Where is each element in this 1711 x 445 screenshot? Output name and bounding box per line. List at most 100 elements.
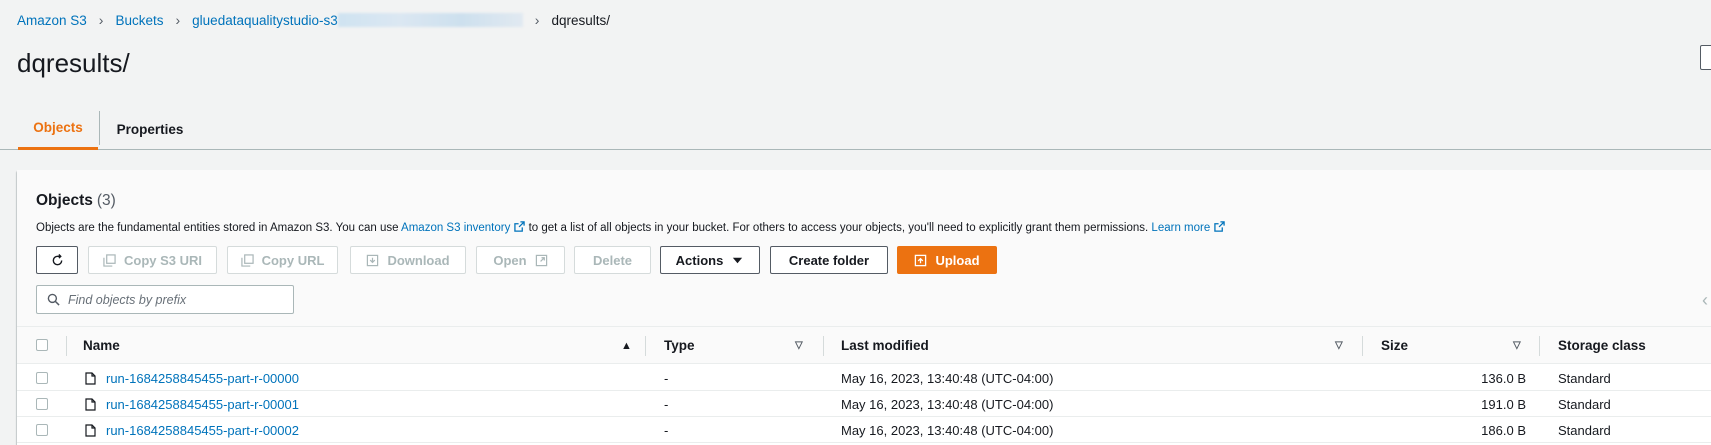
download-button[interactable]: Download [350, 246, 466, 274]
chevron-right-icon: › [98, 12, 104, 28]
upload-icon [915, 254, 927, 266]
sort-ascending-icon[interactable]: ▲ [621, 327, 632, 364]
column-divider [1539, 336, 1540, 356]
object-name-cell: run-1684258845455-part-r-00001 [85, 391, 299, 417]
object-name-link[interactable]: run-1684258845455-part-r-00002 [106, 423, 299, 438]
object-name-cell: run-1684258845455-part-r-00002 [85, 417, 299, 443]
objects-panel-title: Objects (3) [36, 192, 116, 210]
search-input[interactable] [68, 292, 278, 307]
refresh-icon [52, 253, 62, 265]
file-icon [85, 423, 96, 437]
open-label: Open [493, 252, 527, 268]
description-prefix: Objects are the fundamental entities sto… [36, 222, 399, 234]
download-icon [367, 254, 379, 266]
page-title: dqresults/ [17, 48, 130, 78]
object-name-link[interactable]: run-1684258845455-part-r-00000 [106, 371, 299, 386]
table-row: run-1684258845455-part-r-00000 - May 16,… [17, 365, 1711, 391]
objects-panel-header: Objects (3) Objects are the fundamental e… [17, 170, 1711, 327]
learn-more-link[interactable]: Learn more [1151, 221, 1225, 234]
objects-description: Objects are the fundamental entities sto… [36, 221, 1225, 234]
refresh-button[interactable] [36, 246, 78, 274]
search-icon [47, 293, 60, 306]
object-last-modified: May 16, 2023, 13:40:48 (UTC-04:00) [841, 422, 1054, 438]
select-all-checkbox[interactable] [36, 339, 48, 351]
column-divider [66, 336, 67, 356]
sort-descending-icon[interactable]: ▽ [1513, 327, 1521, 364]
object-last-modified: May 16, 2023, 13:40:48 (UTC-04:00) [841, 370, 1054, 386]
chevron-right-icon: › [175, 12, 181, 28]
column-header-name[interactable]: Name [83, 327, 120, 364]
object-last-modified: May 16, 2023, 13:40:48 (UTC-04:00) [841, 396, 1054, 412]
breadcrumb-current: dqresults/ [551, 12, 610, 28]
objects-panel: Objects (3) Objects are the fundamental e… [17, 170, 1711, 445]
column-divider [823, 336, 824, 356]
table-row: run-1684258845455-part-r-00001 - May 16,… [17, 391, 1711, 417]
upload-label: Upload [935, 252, 980, 268]
sort-descending-icon[interactable]: ▽ [795, 327, 803, 364]
column-header-storage-class[interactable]: Storage class [1558, 327, 1646, 364]
open-button[interactable]: Open [476, 246, 565, 274]
copy-s3-uri-button[interactable]: Copy S3 URI [88, 246, 217, 274]
column-header-type[interactable]: Type [664, 327, 695, 364]
delete-label: Delete [592, 252, 633, 268]
redacted-bucket-suffix [337, 13, 523, 27]
column-divider [645, 336, 646, 356]
object-size: 186.0 B [1481, 422, 1526, 438]
object-size: 136.0 B [1481, 370, 1526, 386]
search-box [36, 285, 294, 314]
object-size: 191.0 B [1481, 396, 1526, 412]
breadcrumb-amazon-s3[interactable]: Amazon S3 [17, 13, 87, 28]
object-storage-class: Standard [1558, 396, 1611, 412]
object-type: - [664, 422, 669, 438]
upload-button[interactable]: Upload [897, 246, 997, 274]
actions-label: Actions [675, 252, 724, 268]
copy-url-label: Copy URL [261, 252, 325, 268]
description-suffix: to get a list of all objects in your buc… [528, 222, 1149, 234]
column-header-last-modified[interactable]: Last modified [841, 327, 929, 364]
row-checkbox[interactable] [36, 398, 48, 410]
objects-count: (3) [96, 192, 116, 209]
caret-down-icon [733, 257, 743, 263]
delete-button[interactable]: Delete [574, 246, 651, 274]
external-link-icon [514, 221, 526, 232]
object-name-link[interactable]: run-1684258845455-part-r-00001 [106, 397, 299, 412]
column-divider [1362, 336, 1363, 356]
file-icon [85, 397, 96, 411]
tab-list: Objects Properties [0, 108, 1711, 150]
tab-properties[interactable]: Properties [104, 108, 196, 150]
chevron-left-icon[interactable]: ‹ [1702, 290, 1708, 311]
table-row: run-1684258845455-part-r-00002 - May 16,… [17, 417, 1711, 443]
learn-more-text: Learn more [1151, 222, 1211, 234]
table-header: Name ▲ Type ▽ Last modified ▽ Size ▽ Sto… [17, 327, 1711, 364]
breadcrumb-buckets[interactable]: Buckets [115, 13, 163, 28]
row-checkbox[interactable] [36, 372, 48, 384]
inventory-link-text: Amazon S3 inventory [401, 222, 511, 234]
download-label: Download [387, 252, 450, 268]
page-action-button[interactable] [1700, 45, 1711, 70]
row-checkbox[interactable] [36, 424, 48, 436]
breadcrumb: Amazon S3 › Buckets › gluedataqualitystu… [17, 12, 610, 28]
copy-s3-uri-label: Copy S3 URI [123, 252, 202, 268]
inventory-link[interactable]: Amazon S3 inventory [401, 221, 526, 234]
copy-url-button[interactable]: Copy URL [227, 246, 338, 274]
object-storage-class: Standard [1558, 370, 1611, 386]
file-icon [85, 371, 96, 385]
copy-icon [240, 253, 254, 267]
object-storage-class: Standard [1558, 422, 1611, 438]
object-name-cell: run-1684258845455-part-r-00000 [85, 365, 299, 391]
sort-descending-icon[interactable]: ▽ [1335, 327, 1343, 364]
breadcrumb-bucket-name[interactable]: gluedataqualitystudio-s3 [192, 13, 338, 28]
create-folder-label: Create folder [788, 252, 870, 268]
actions-dropdown[interactable]: Actions [660, 246, 760, 274]
tab-divider [99, 111, 100, 145]
external-link-icon [535, 254, 547, 266]
object-type: - [664, 396, 669, 412]
objects-title-text: Objects [36, 192, 93, 209]
external-link-icon [1214, 221, 1225, 232]
chevron-right-icon: › [534, 12, 540, 28]
create-folder-button[interactable]: Create folder [770, 246, 888, 274]
column-header-size[interactable]: Size [1381, 327, 1408, 364]
tab-objects[interactable]: Objects [18, 108, 98, 150]
object-type: - [664, 370, 669, 386]
copy-icon [103, 253, 116, 267]
